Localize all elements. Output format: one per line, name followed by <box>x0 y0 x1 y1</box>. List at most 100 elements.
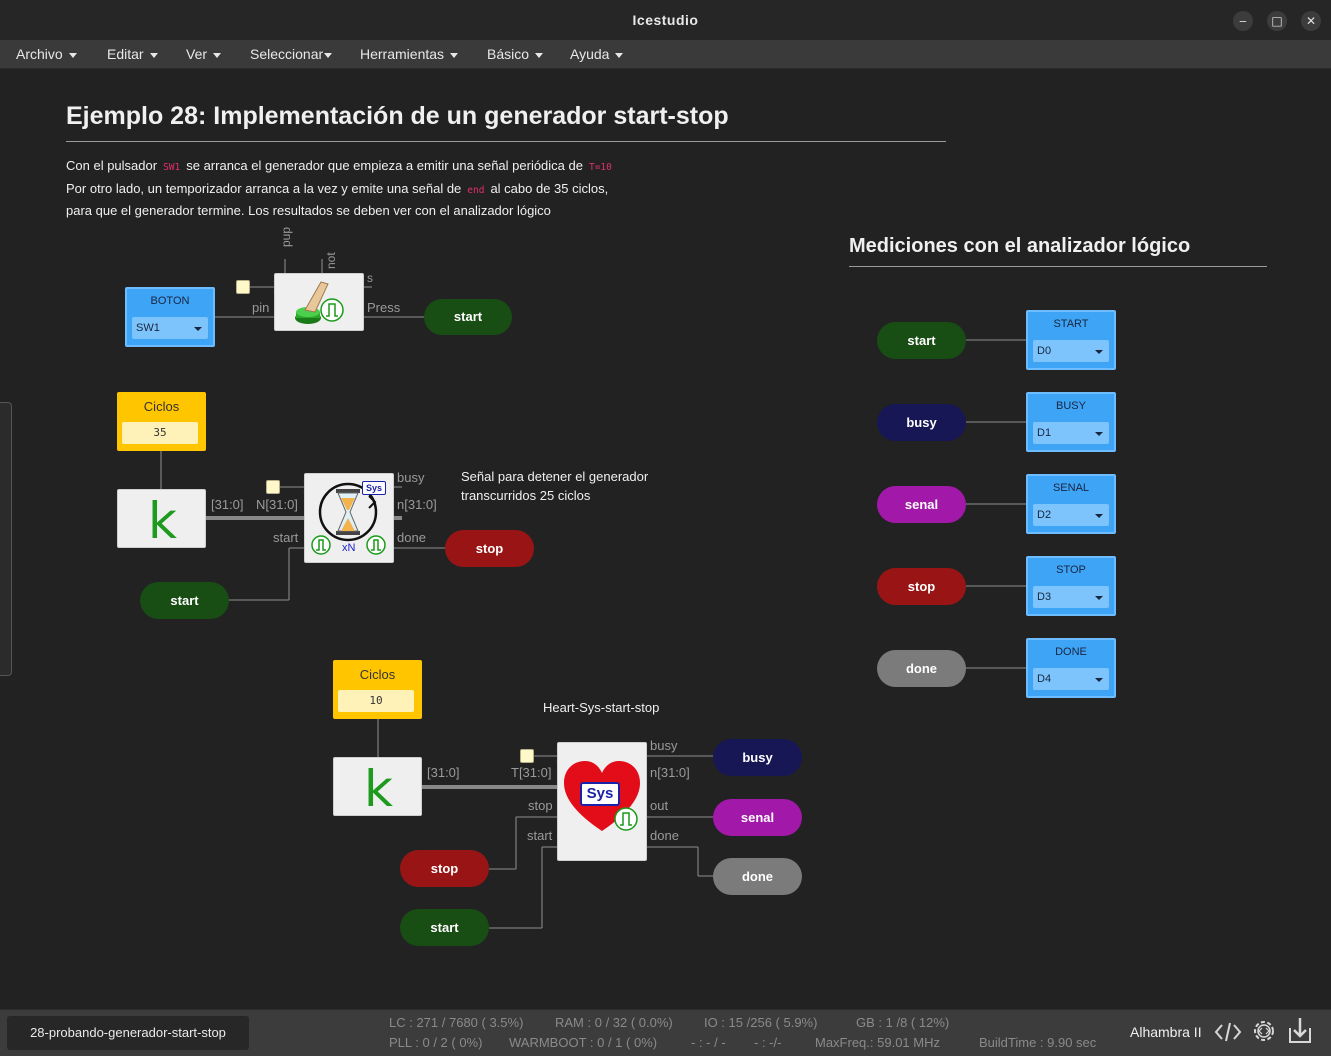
close-icon[interactable]: ✕ <box>1301 11 1321 31</box>
code-end: end <box>467 184 485 196</box>
port-N: N[31:0] <box>256 497 298 512</box>
port-out: out <box>650 798 669 813</box>
analyzer-input-stop[interactable]: stop <box>877 568 966 605</box>
menu-herramientas[interactable]: Herramientas <box>360 46 459 62</box>
pin-select[interactable]: D4 <box>1033 668 1109 690</box>
output-done[interactable]: done <box>713 858 802 895</box>
stat-pll: PLL : 0 / 2 ( 0%) <box>389 1035 483 1050</box>
port-stop: stop <box>528 798 553 813</box>
button-block[interactable] <box>274 273 364 331</box>
io-label: START <box>1053 318 1089 330</box>
input-boton[interactable]: BOTON SW1 <box>125 287 215 347</box>
menu-label: Básico <box>487 46 530 62</box>
output-start-d0[interactable]: START D0 <box>1026 310 1116 370</box>
pin-select[interactable]: D0 <box>1033 340 1109 362</box>
port-pin: pin <box>252 300 270 315</box>
analyzer-input-busy[interactable]: busy <box>877 404 966 441</box>
pushbutton-icon <box>295 281 344 324</box>
k-block[interactable]: k <box>117 489 206 550</box>
desc-text: se arranca el generador que empieza a em… <box>186 158 583 173</box>
param-square[interactable] <box>520 749 534 763</box>
output-stop[interactable]: stop <box>445 530 534 567</box>
port-bus: [31:0] <box>427 765 460 780</box>
title-divider <box>66 141 946 142</box>
menu-editar[interactable]: Editar <box>107 46 158 62</box>
port-start: start <box>273 530 299 545</box>
output-busy-d1[interactable]: BUSY D1 <box>1026 392 1116 452</box>
design-canvas[interactable]: Ejemplo 28: Implementación de un generad… <box>0 69 1331 1009</box>
upload-icon[interactable] <box>1288 1016 1314 1051</box>
port-s: s <box>367 271 373 285</box>
status-bar: 28-probando-generador-start-stop LC : 27… <box>0 1009 1331 1056</box>
menu-bar: Archivo Editar Ver Seleccionar Herramien… <box>0 40 1331 69</box>
pin-value: SW1 <box>136 322 160 334</box>
k-block[interactable]: k <box>333 757 422 818</box>
gear-code-icon[interactable] <box>1251 1018 1279 1051</box>
const-value[interactable]: 10 <box>338 690 414 712</box>
maximize-icon[interactable]: □ <box>1267 11 1287 31</box>
stat-lc: LC : 271 / 7680 ( 3.5%) <box>389 1015 524 1030</box>
menu-basico[interactable]: Básico <box>487 46 544 62</box>
code-sw1: SW1 <box>163 162 181 173</box>
const-label: Ciclos <box>359 667 396 682</box>
menu-archivo[interactable]: Archivo <box>16 46 77 62</box>
io-label: DONE <box>1055 646 1087 658</box>
pin-value: D1 <box>1037 427 1052 439</box>
constant-ciclos-35[interactable]: Ciclos 35 <box>117 392 206 451</box>
output-senal[interactable]: senal <box>713 799 802 836</box>
port-n: n[31:0] <box>650 765 690 780</box>
k-label: k <box>148 492 177 550</box>
analyzer-input-start[interactable]: start <box>877 322 966 359</box>
stat-maxfreq: MaxFreq.: 59.01 MHz <box>815 1035 940 1050</box>
output-start[interactable]: start <box>424 299 512 335</box>
port-bus: [31:0] <box>211 497 244 512</box>
io-label: STOP <box>1056 564 1086 576</box>
project-tab[interactable]: 28-probando-generador-start-stop <box>7 1016 249 1050</box>
chevron-down-icon <box>149 52 158 58</box>
port-not: not <box>324 252 338 269</box>
collection-dock[interactable] <box>0 402 12 676</box>
analyzer-input-senal[interactable]: senal <box>877 486 966 523</box>
stat-io: IO : 15 /256 ( 5.9%) <box>704 1015 818 1030</box>
pin-select[interactable]: D3 <box>1033 586 1109 608</box>
menu-ayuda[interactable]: Ayuda <box>570 46 624 62</box>
port-n: n[31:0] <box>397 497 437 512</box>
code-icon[interactable] <box>1214 1020 1242 1049</box>
k-label: k <box>364 760 393 818</box>
pin-select[interactable]: D2 <box>1033 504 1109 526</box>
input-stop[interactable]: stop <box>400 850 489 887</box>
stat-dash2: - : -/- <box>754 1035 782 1050</box>
menu-label: Archivo <box>16 46 63 62</box>
port-busy: busy <box>397 470 425 485</box>
chevron-down-icon <box>1095 596 1103 600</box>
param-square[interactable] <box>236 280 250 294</box>
board-selector[interactable]: Alhambra II <box>1130 1024 1202 1040</box>
analyzer-input-done[interactable]: done <box>877 650 966 687</box>
port-busy: busy <box>650 738 678 753</box>
input-start[interactable]: start <box>400 909 489 946</box>
chevron-down-icon <box>1095 350 1103 354</box>
const-label: Ciclos <box>143 399 180 414</box>
menu-ver[interactable]: Ver <box>186 46 222 62</box>
menu-label: Ayuda <box>570 46 610 62</box>
port-start: start <box>527 828 553 843</box>
desc-text: Con el pulsador <box>66 158 158 173</box>
page-title: Ejemplo 28: Implementación de un generad… <box>66 102 729 130</box>
const-value[interactable]: 35 <box>122 422 198 444</box>
pin-select[interactable]: D1 <box>1033 422 1109 444</box>
pin-select[interactable]: SW1 <box>132 317 208 339</box>
menu-seleccionar[interactable]: Seleccionar <box>250 46 333 62</box>
stat-ram: RAM : 0 / 32 ( 0.0%) <box>555 1015 673 1030</box>
stat-dash1: - : - / - <box>691 1035 726 1050</box>
heart-sys-block[interactable]: Sys <box>557 742 647 861</box>
output-done-d4[interactable]: DONE D4 <box>1026 638 1116 698</box>
param-square[interactable] <box>266 480 280 494</box>
output-busy[interactable]: busy <box>713 739 802 776</box>
timer-block[interactable]: Sys xN <box>304 473 394 563</box>
minimize-icon[interactable]: ‒ <box>1233 11 1253 31</box>
output-stop-d3[interactable]: STOP D3 <box>1026 556 1116 616</box>
constant-ciclos-10[interactable]: Ciclos 10 <box>333 660 422 719</box>
input-start[interactable]: start <box>140 582 229 619</box>
output-senal-d2[interactable]: SENAL D2 <box>1026 474 1116 534</box>
note-stop-signal: Señal para detener el generador transcur… <box>461 467 648 505</box>
